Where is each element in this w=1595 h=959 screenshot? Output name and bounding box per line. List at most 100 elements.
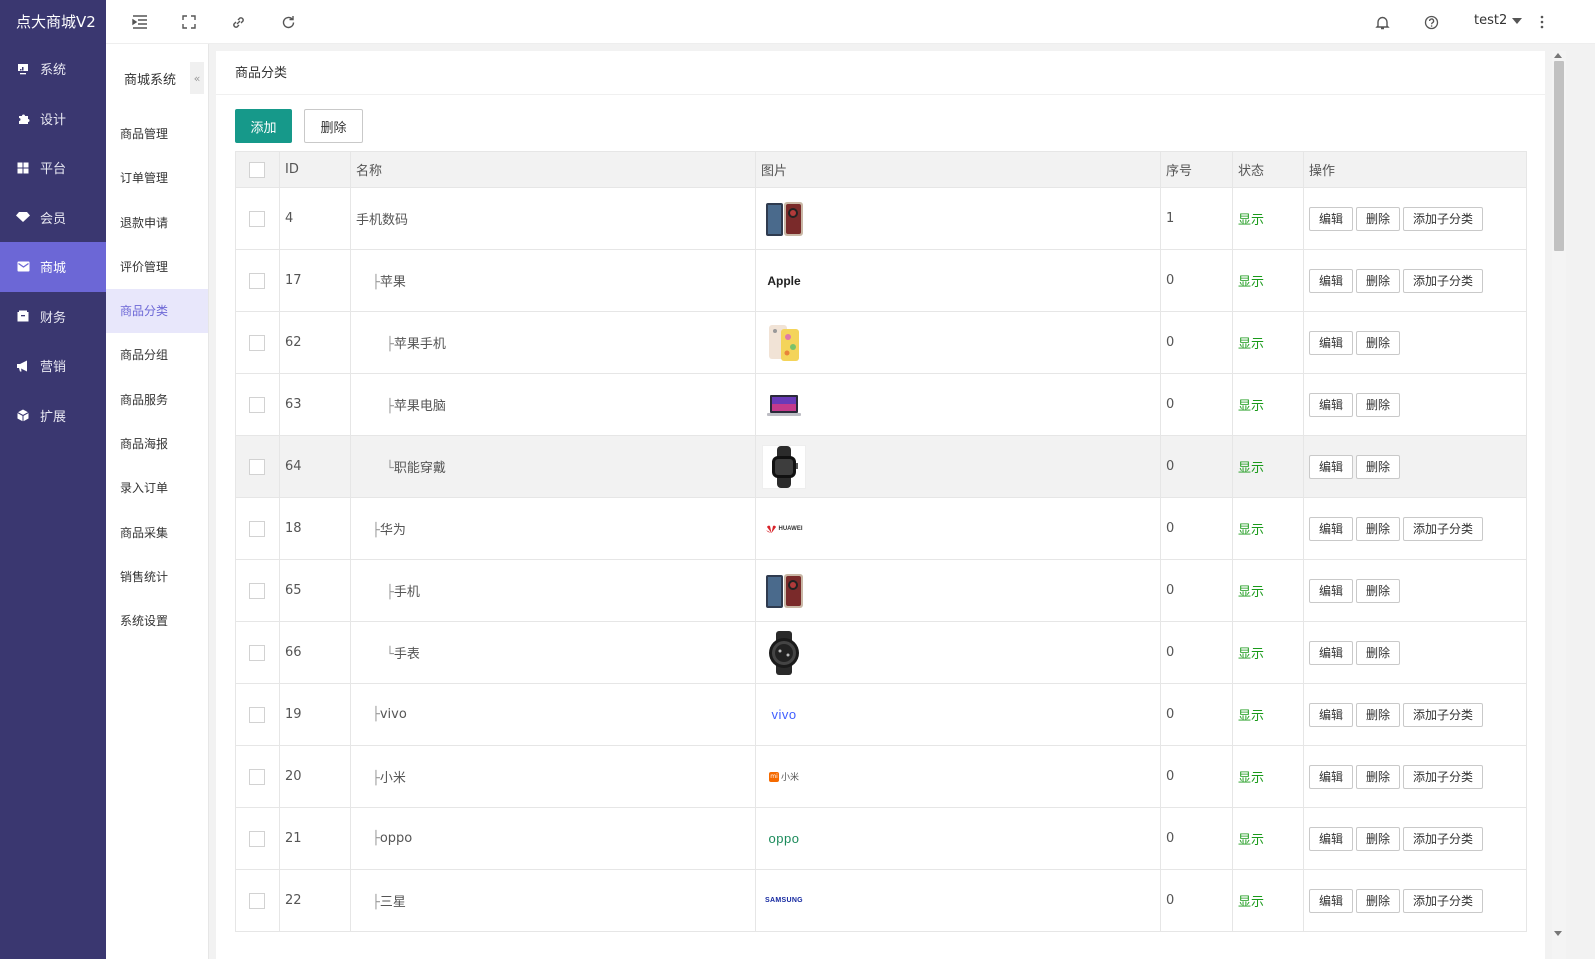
row-checkbox[interactable] [249,520,265,537]
table-row[interactable]: 4 手机数码 1 显示 编辑 删除 添加子分类 [235,187,1527,250]
row-image-cell [755,373,1161,436]
row-actions-cell: 编辑 删除 添加子分类 [1303,683,1527,746]
sub-nav-item-1[interactable]: 订单管理 [106,156,208,200]
row-checkbox[interactable] [249,706,265,723]
collapse-sidebar-button[interactable]: « [190,62,204,94]
user-menu[interactable]: test2 [1474,13,1523,28]
table-row[interactable]: 19 ├vivo vivo 0 显示 编辑 删除 添加子分类 [235,683,1527,746]
edit-button[interactable]: 编辑 [1309,392,1354,417]
row-checkbox[interactable] [249,272,265,289]
delete-button[interactable]: 删除 [1356,826,1401,851]
add-subcategory-button[interactable]: 添加子分类 [1403,826,1484,851]
nav-item-2[interactable]: 平台 [0,143,106,193]
delete-button[interactable]: 删除 [1356,702,1401,727]
add-subcategory-button[interactable]: 添加子分类 [1403,888,1484,913]
sub-nav-item-11[interactable]: 系统设置 [106,599,208,643]
category-image [761,321,807,365]
delete-button[interactable]: 删除 [1356,764,1401,789]
row-checkbox[interactable] [249,582,265,599]
delete-button[interactable]: 删除 [1356,330,1401,355]
edit-button[interactable]: 编辑 [1309,330,1354,355]
menu-fold-icon[interactable] [130,12,150,32]
nav-item-label: 营销 [40,360,67,376]
row-checkbox[interactable] [249,458,265,475]
sub-nav-item-6[interactable]: 商品服务 [106,378,208,422]
table-row[interactable]: 21 ├oppo oppo 0 显示 编辑 删除 添加子分类 [235,807,1527,870]
nav-item-5[interactable]: 财务 [0,292,106,342]
table-row[interactable]: 65 ├手机 0 显示 编辑 删除 [235,559,1527,622]
add-subcategory-button[interactable]: 添加子分类 [1403,764,1484,789]
edit-button[interactable]: 编辑 [1309,268,1354,293]
sub-nav-item-7[interactable]: 商品海报 [106,422,208,466]
row-checkbox[interactable] [249,644,265,661]
row-checkbox[interactable] [249,334,265,351]
sub-nav-item-10[interactable]: 销售统计 [106,555,208,599]
edit-button[interactable]: 编辑 [1309,764,1354,789]
select-all-checkbox[interactable] [249,161,265,178]
refresh-icon[interactable] [278,12,298,32]
sub-nav-item-9[interactable]: 商品采集 [106,511,208,555]
row-checkbox[interactable] [249,210,265,227]
header-select-all[interactable] [235,151,280,188]
edit-button[interactable]: 编辑 [1309,516,1354,541]
scroll-down-icon[interactable] [1554,931,1562,936]
delete-button[interactable]: 删除 [1356,392,1401,417]
nav-item-6[interactable]: 营销 [0,341,106,391]
row-checkbox[interactable] [249,830,265,847]
link-icon[interactable] [228,12,248,32]
edit-button[interactable]: 编辑 [1309,640,1354,665]
table-row[interactable]: 62 ├苹果手机 0 显示 编辑 删除 [235,311,1527,374]
delete-button[interactable]: 删除 [1356,640,1401,665]
delete-button[interactable]: 删除 [1356,888,1401,913]
row-checkbox[interactable] [249,892,265,909]
edit-button[interactable]: 编辑 [1309,578,1354,603]
status-badge: 显示 [1232,745,1304,808]
table-row[interactable]: 17 ├苹果 Apple 0 显示 编辑 删除 添加子分类 [235,249,1527,312]
sub-nav-item-5[interactable]: 商品分组 [106,333,208,377]
edit-button[interactable]: 编辑 [1309,826,1354,851]
bell-icon[interactable] [1372,12,1392,32]
table-row[interactable]: 20 ├小米 mi 小米 0 显示 编辑 删除 添加子分类 [235,745,1527,808]
sub-nav-item-2[interactable]: 退款申请 [106,201,208,245]
scroll-up-icon[interactable] [1554,53,1562,58]
add-subcategory-button[interactable]: 添加子分类 [1403,206,1484,231]
edit-button[interactable]: 编辑 [1309,206,1354,231]
delete-button[interactable]: 删除 [1356,454,1401,479]
sub-nav-item-3[interactable]: 评价管理 [106,245,208,289]
row-actions-cell: 编辑 删除 添加子分类 [1303,807,1527,870]
nav-item-3[interactable]: 会员 [0,193,106,243]
help-icon[interactable] [1421,12,1441,32]
edit-button[interactable]: 编辑 [1309,454,1354,479]
nav-item-4[interactable]: 商城 [0,242,106,292]
more-vertical-icon[interactable] [1532,12,1552,32]
nav-item-1[interactable]: 设计 [0,94,106,144]
sub-nav-item-8[interactable]: 录入订单 [106,466,208,510]
table-row[interactable]: 66 └手表 0 显示 编辑 删除 [235,621,1527,684]
table-row[interactable]: 18 ├华为 HUAWEI 0 显示 编辑 删除 添加子分类 [235,497,1527,560]
add-subcategory-button[interactable]: 添加子分类 [1403,516,1484,541]
top-bar: test2 [106,0,1595,44]
add-subcategory-button[interactable]: 添加子分类 [1403,702,1484,727]
nav-item-7[interactable]: 扩展 [0,391,106,441]
delete-button[interactable]: 删除 [1356,578,1401,603]
add-subcategory-button[interactable]: 添加子分类 [1403,268,1484,293]
edit-button[interactable]: 编辑 [1309,702,1354,727]
bulk-delete-button[interactable]: 删除 [304,109,363,143]
status-badge: 显示 [1232,249,1304,312]
row-checkbox[interactable] [249,768,265,785]
sub-nav-item-0[interactable]: 商品管理 [106,112,208,156]
add-button[interactable]: 添加 [235,109,292,143]
table-row[interactable]: 22 ├三星 SAMSUNG 0 显示 编辑 删除 添加子分类 [235,869,1527,932]
table-row[interactable]: 64 └职能穿戴 0 显示 编辑 删除 [235,435,1527,498]
page-scrollbar[interactable] [1552,51,1566,959]
edit-button[interactable]: 编辑 [1309,888,1354,913]
delete-button[interactable]: 删除 [1356,268,1401,293]
table-row[interactable]: 63 ├苹果电脑 0 显示 编辑 删除 [235,373,1527,436]
sub-nav-item-4[interactable]: 商品分类 [106,289,208,334]
fullscreen-icon[interactable] [179,12,199,32]
scroll-thumb[interactable] [1554,61,1564,251]
delete-button[interactable]: 删除 [1356,516,1401,541]
delete-button[interactable]: 删除 [1356,206,1401,231]
nav-item-0[interactable]: 系统 [0,44,106,94]
row-checkbox[interactable] [249,396,265,413]
